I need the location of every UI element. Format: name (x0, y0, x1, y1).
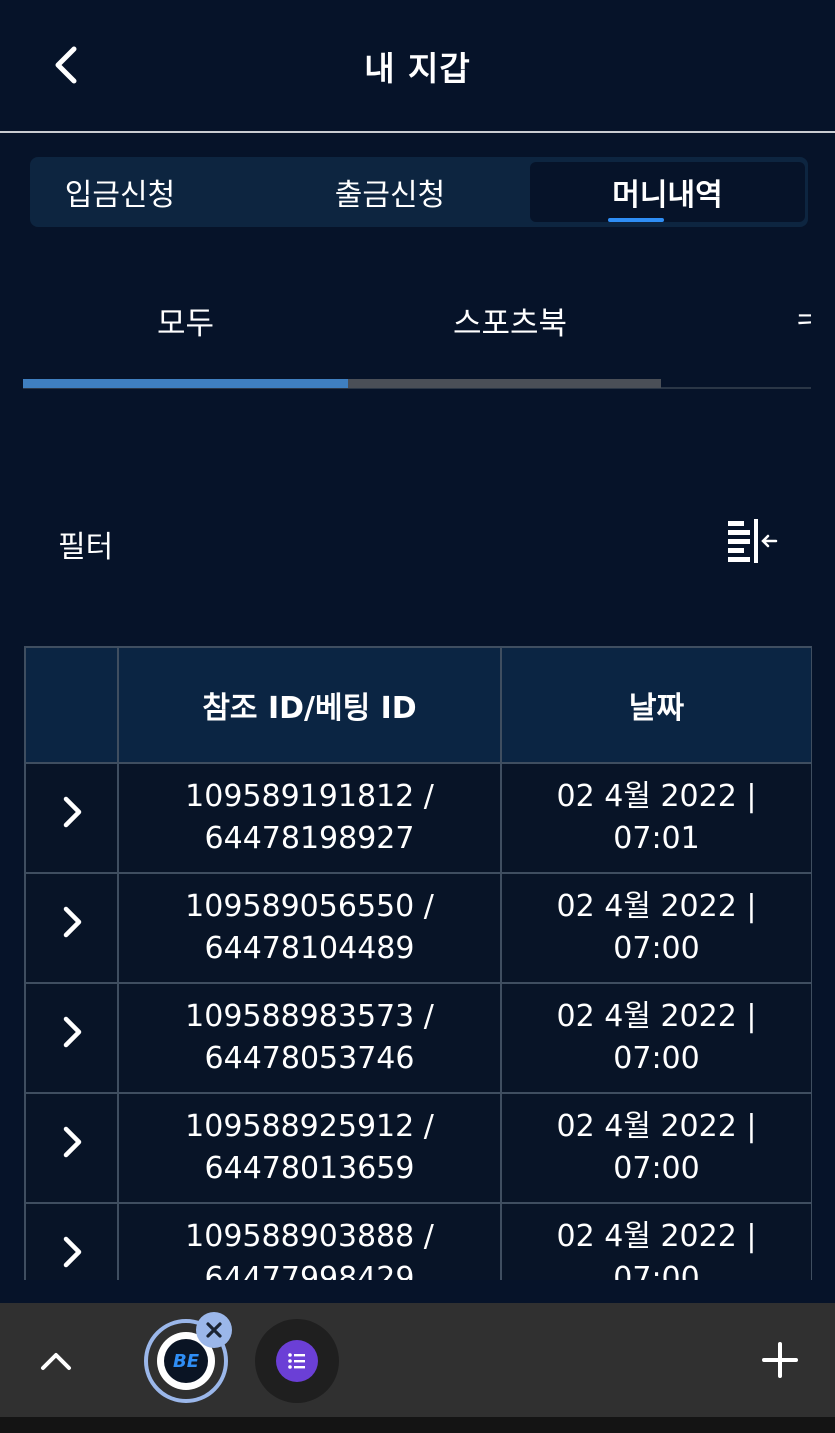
filter-label[interactable]: 필터 (58, 522, 113, 566)
chevron-right-icon (63, 796, 81, 828)
chevron-right-icon (63, 1126, 81, 1158)
tab-scroll-indicator[interactable] (23, 379, 348, 388)
date-cell: 02 4월 2022 | 07:00 (500, 1092, 812, 1204)
date-cell: 02 4월 2022 | 07:00 (500, 872, 812, 984)
ref-id-line: 109589191812 / (185, 779, 434, 814)
secondary-app-bubble[interactable] (255, 1319, 339, 1403)
transaction-table-container[interactable]: 참조 ID/베팅 ID 날짜 109589191812 / 64478198927… (24, 646, 812, 1280)
chevron-up-icon (41, 1353, 71, 1370)
tab-withdraw-request[interactable]: 출금신청 (305, 162, 475, 222)
system-nav-strip (0, 1417, 835, 1433)
table-row[interactable]: 109588925912 / 64478013659 02 4월 2022 | 07… (24, 1092, 812, 1204)
chevron-right-icon (63, 906, 81, 938)
table-row[interactable]: 109588983573 / 64478053746 02 4월 2022 | 07… (24, 982, 812, 1094)
date-line: 02 4월 2022 | (556, 889, 757, 924)
filter-toggle-button[interactable] (724, 516, 780, 566)
table-row[interactable]: 109588903888 / 64477998429 02 4월 2022 | 07… (24, 1202, 812, 1280)
table-header-row: 참조 ID/베팅 ID 날짜 (24, 646, 812, 764)
time-line: 07:00 (613, 1151, 700, 1186)
chevron-right-icon (63, 1236, 81, 1268)
time-line: 07:01 (613, 821, 700, 856)
app-header: 내 지갑 (0, 0, 835, 133)
ref-id-line: 109588925912 / (185, 1109, 434, 1144)
table-row[interactable]: 109589056550 / 64478104489 02 4월 2022 | 07… (24, 872, 812, 984)
expand-row-button[interactable] (24, 762, 119, 874)
date-cell: 02 4월 2022 | 07:00 (500, 982, 812, 1094)
expand-row-button[interactable] (24, 982, 119, 1094)
ref-id-line: 109588983573 / (185, 999, 434, 1034)
ref-id-cell: 109589191812 / 64478198927 (117, 762, 502, 874)
app-logo-text: BE (172, 1350, 199, 1372)
time-line: 07:00 (613, 931, 700, 966)
time-line: 07:00 (613, 1041, 700, 1076)
add-button[interactable] (757, 1337, 803, 1383)
col-header-expand (24, 646, 119, 764)
bet-id-line: 64478053746 (204, 1041, 415, 1076)
page-title: 내 지갑 (364, 49, 471, 88)
ref-id-cell: 109588983573 / 64478053746 (117, 982, 502, 1094)
ref-id-cell: 109588925912 / 64478013659 (117, 1092, 502, 1204)
date-line: 02 4월 2022 | (556, 779, 757, 814)
bet-id-line: 64478198927 (204, 821, 415, 856)
ref-id-cell: 109588903888 / 64477998429 (117, 1202, 502, 1280)
time-line: 07:00 (613, 1261, 700, 1280)
expand-row-button[interactable] (24, 1202, 119, 1280)
col-header-date: 날짜 (500, 646, 812, 764)
filter-sort-icon (728, 519, 778, 563)
date-cell: 02 4월 2022 | 07:01 (500, 762, 812, 874)
bet-id-line: 64478013659 (204, 1151, 415, 1186)
bet-id-line: 64477998429 (204, 1261, 415, 1280)
date-line: 02 4월 2022 | (556, 1109, 757, 1144)
close-app-button[interactable] (196, 1312, 232, 1348)
tab-all[interactable]: 모두 (157, 298, 214, 343)
date-line: 02 4월 2022 | (556, 999, 757, 1034)
expand-up-button[interactable] (34, 1341, 78, 1381)
tab-next-partial[interactable]: ㅋ (793, 298, 811, 343)
category-tabs: 모두 스포츠북 ㅋ (23, 280, 811, 390)
transaction-table: 참조 ID/베팅 ID 날짜 109589191812 / 64478198927… (24, 646, 812, 1280)
col-header-ref-id: 참조 ID/베팅 ID (117, 646, 502, 764)
date-cell: 02 4월 2022 | 07:00 (500, 1202, 812, 1280)
tab-sportsbook[interactable]: 스포츠북 (453, 298, 567, 343)
table-row[interactable]: 109589191812 / 64478198927 02 4월 2022 | 07… (24, 762, 812, 874)
active-tab-indicator (608, 218, 664, 222)
date-line: 02 4월 2022 | (556, 1219, 757, 1254)
app-logo: BE (164, 1339, 208, 1383)
ref-id-line: 109589056550 / (185, 889, 434, 924)
close-icon (206, 1322, 222, 1338)
tab-deposit-request[interactable]: 입금신청 (40, 162, 200, 222)
bet-id-line: 64478104489 (204, 931, 415, 966)
expand-row-button[interactable] (24, 872, 119, 984)
ref-id-line: 109588903888 / (185, 1219, 434, 1254)
chevron-right-icon (63, 1016, 81, 1048)
plus-icon (762, 1342, 798, 1378)
tab-money-history[interactable]: 머니내역 (530, 162, 805, 222)
wallet-segment-tabs: 입금신청 출금신청 머니내역 (30, 157, 808, 227)
list-icon (288, 1353, 305, 1369)
expand-row-button[interactable] (24, 1092, 119, 1204)
ref-id-cell: 109589056550 / 64478104489 (117, 872, 502, 984)
bottom-app-bar: BE (0, 1303, 835, 1417)
